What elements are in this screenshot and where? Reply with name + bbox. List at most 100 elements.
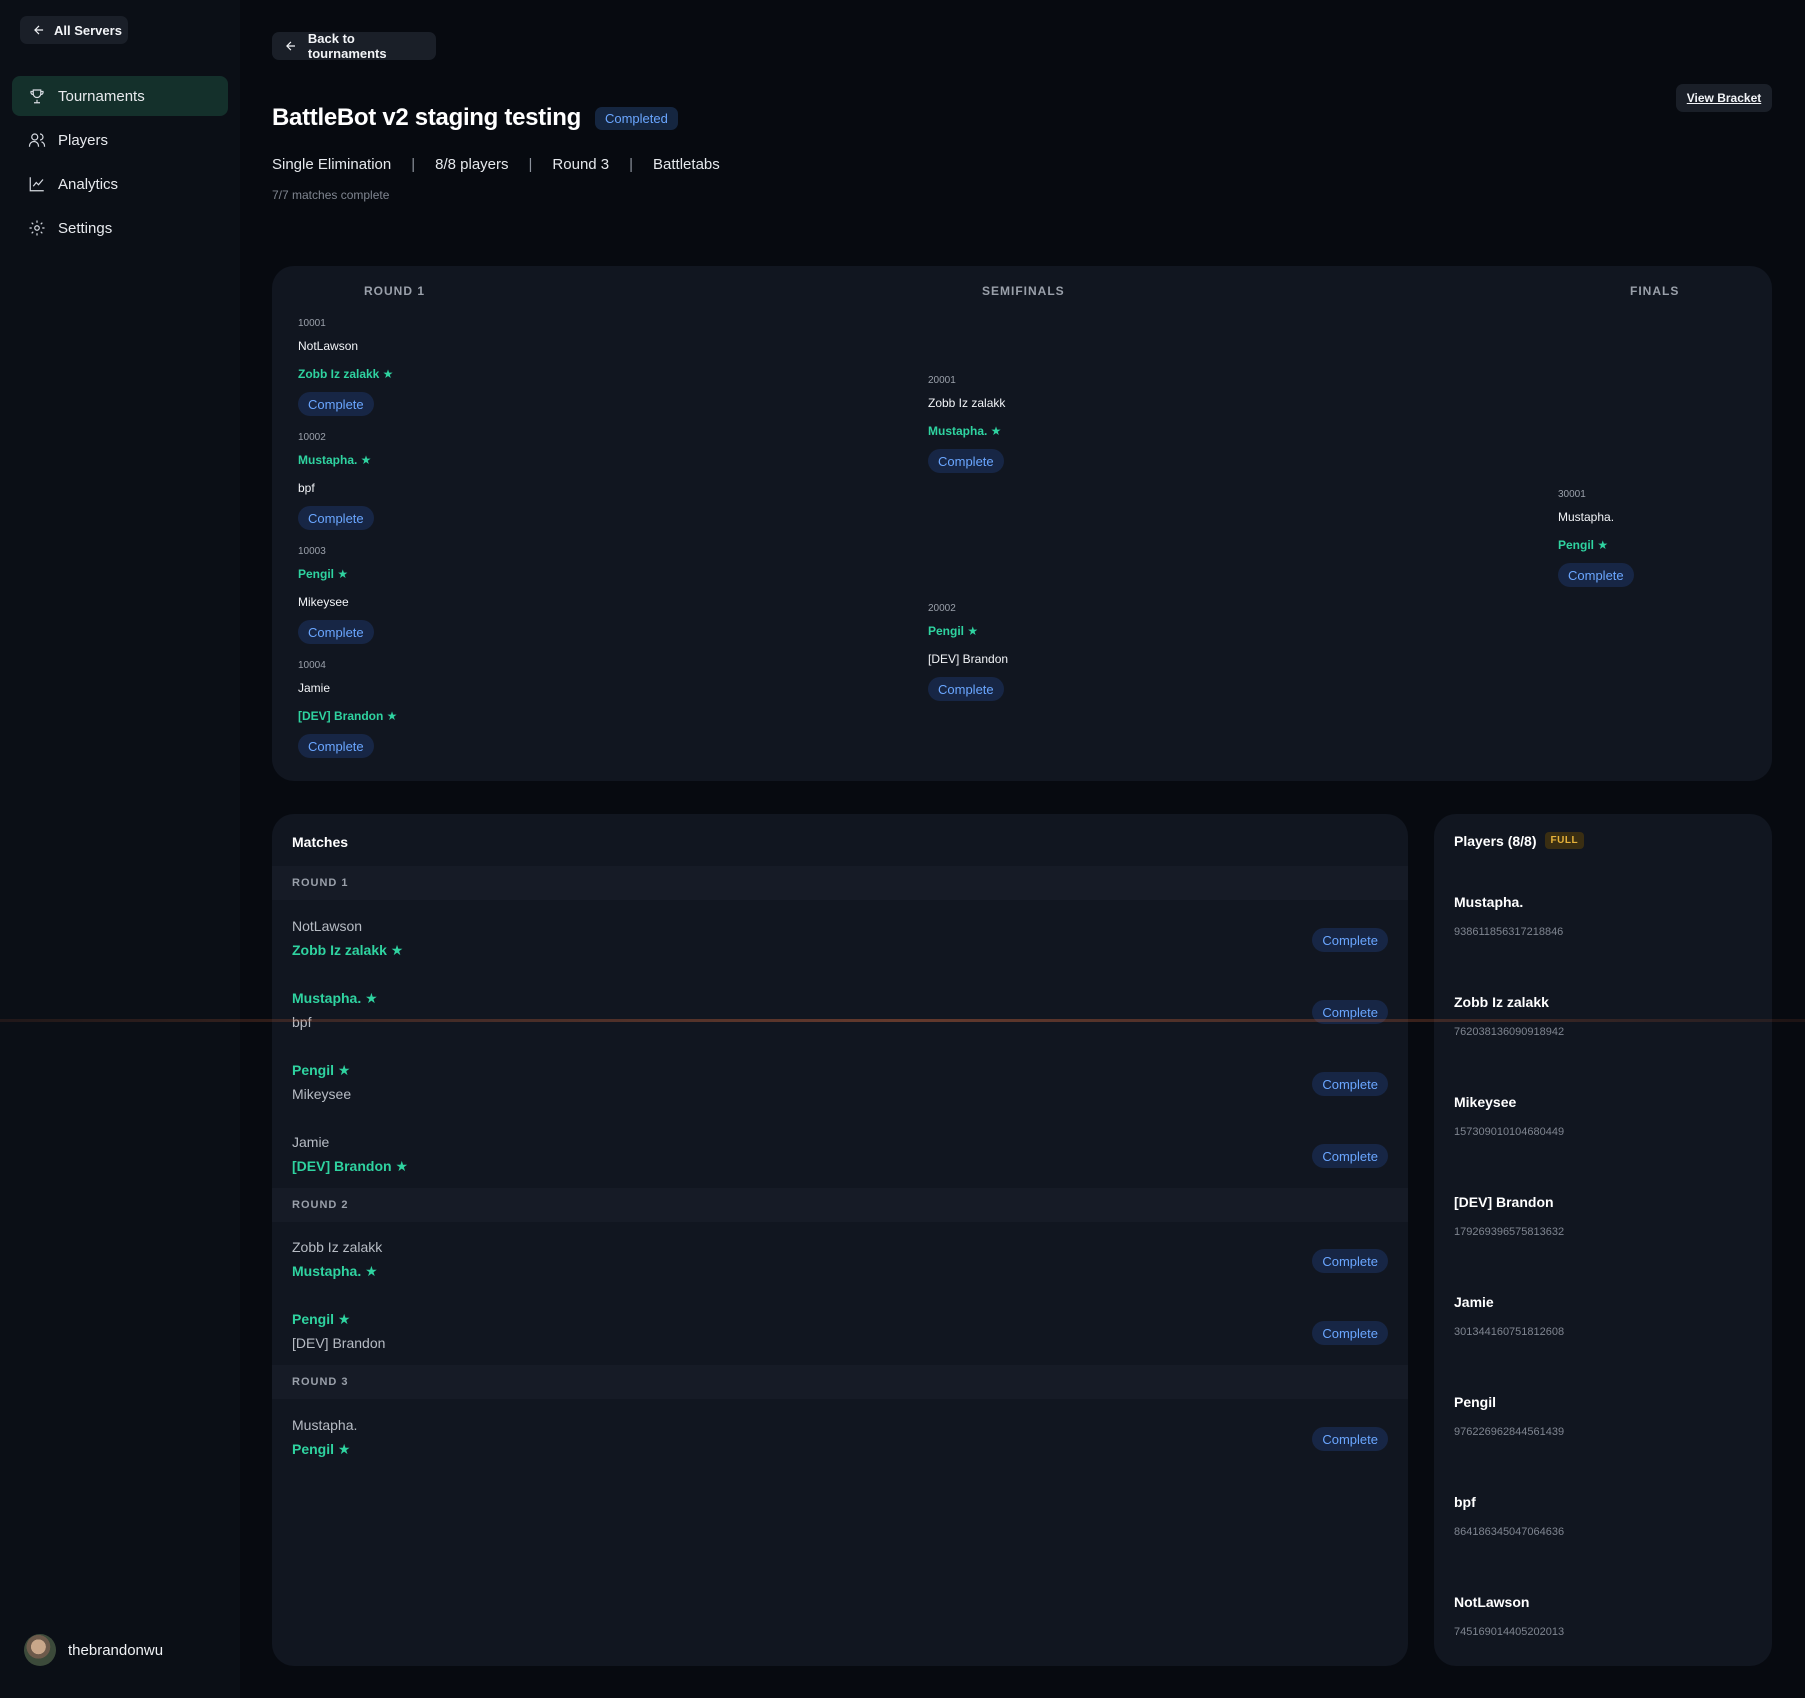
match-id: 20002 [928,603,956,614]
gear-icon [29,220,45,236]
match-id: 10003 [298,546,326,557]
format-text: Single Elimination [272,156,392,173]
all-servers-button[interactable]: All Servers [20,16,128,44]
sidebar-item-analytics[interactable]: Analytics [12,164,228,204]
bracket-panel: ROUND 1 SEMIFINALS FINALS 10001 NotLawso… [272,266,1772,781]
player-name: Mikeysee [298,595,349,609]
player-item[interactable]: Jamie 301344160751812608 [1454,1294,1564,1338]
match-id: 30001 [1558,489,1586,500]
round-header: ROUND 2 [272,1188,1408,1222]
player-name: NotLawson [298,339,359,353]
match-row[interactable]: Mustapha. ★ bpf Complete [292,986,1388,1038]
game-text: Battletabs [653,156,720,173]
winner-name: Mustapha. ★ [928,424,1002,438]
winner-name: Mustapha. ★ [292,1263,378,1279]
player-name: Zobb Iz zalakk [292,1239,383,1255]
match-status-pill[interactable]: Complete [298,392,374,416]
match-status-pill[interactable]: Complete [1312,1000,1388,1024]
match-status-pill[interactable]: Complete [928,677,1004,701]
player-item[interactable]: Pengil 976226962844561439 [1454,1394,1564,1438]
match-status-pill[interactable]: Complete [1558,563,1634,587]
all-servers-label: All Servers [54,22,122,38]
arrow-left-icon [34,25,44,35]
match-status-pill[interactable]: Complete [298,620,374,644]
player-id: 864186345047064636 [1454,1526,1565,1538]
player-name: bpf [292,1014,312,1030]
bracket-match[interactable]: 20001 Zobb Iz zalakk Mustapha. ★ Complet… [928,375,1118,485]
match-status-pill[interactable]: Complete [1312,1144,1388,1168]
bracket-match[interactable]: 10003 Pengil ★ Mikeysee Complete [298,546,488,656]
match-row[interactable]: Zobb Iz zalakk Mustapha. ★ Complete [292,1235,1388,1287]
match-status-pill[interactable]: Complete [1312,928,1388,952]
match-id: 10002 [298,432,326,443]
player-item[interactable]: NotLawson 745169014405202013 [1454,1594,1564,1638]
player-name: Pengil [1454,1394,1497,1410]
players-panel: Players (8/8) FULL Mustapha. 93861185631… [1434,814,1772,1666]
match-status-pill[interactable]: Complete [1312,1321,1388,1345]
separator: | [411,156,416,173]
winner-name: Mustapha. ★ [292,990,378,1006]
sidebar: All Servers Tournaments Players Analytic… [0,0,240,1698]
player-name: Mikeysee [1454,1094,1517,1110]
sidebar-item-settings[interactable]: Settings [12,208,228,248]
round-heading-finals: FINALS [1630,284,1680,298]
sidebar-item-players[interactable]: Players [12,120,228,160]
match-row[interactable]: Jamie [DEV] Brandon ★ Complete [292,1130,1388,1182]
bracket-match[interactable]: 20002 Pengil ★ [DEV] Brandon Complete [928,603,1118,713]
bracket-match[interactable]: 10002 Mustapha. ★ bpf Complete [298,432,488,542]
player-item[interactable]: Mustapha. 938611856317218846 [1454,894,1563,938]
match-status-pill[interactable]: Complete [1312,1427,1388,1451]
player-name: bpf [1454,1494,1476,1510]
player-name: Zobb Iz zalakk [1454,994,1549,1010]
winner-name: Pengil ★ [928,624,979,638]
player-item[interactable]: Mikeysee 157309010104680449 [1454,1094,1564,1138]
bracket-match[interactable]: 30001 Mustapha. Pengil ★ Complete [1558,489,1748,599]
matches-panel: Matches ROUND 1 NotLawson Zobb Iz zalakk… [272,814,1408,1666]
match-row[interactable]: Pengil ★ [DEV] Brandon Complete [292,1307,1388,1359]
matches-progress-text: 7/7 matches complete [272,188,390,202]
sidebar-item-tournaments[interactable]: Tournaments [12,76,228,116]
tournament-meta: Single Elimination | 8/8 players | Round… [272,156,720,173]
winner-name: Pengil ★ [292,1062,351,1078]
winner-name: Zobb Iz zalakk ★ [292,942,404,958]
trophy-icon [30,89,44,104]
winner-name: Pengil ★ [1558,538,1609,552]
player-id: 301344160751812608 [1454,1326,1565,1338]
sidebar-item-label: Tournaments [58,87,145,105]
sidebar-item-label: Settings [58,219,113,237]
match-status-pill[interactable]: Complete [298,734,374,758]
round-header: ROUND 1 [272,866,1408,900]
winner-name: Pengil ★ [292,1441,351,1457]
match-status-pill[interactable]: Complete [298,506,374,530]
match-status-pill[interactable]: Complete [1312,1249,1388,1273]
match-row[interactable]: Pengil ★ Mikeysee Complete [292,1058,1388,1110]
bracket-match[interactable]: 10001 NotLawson Zobb Iz zalakk ★ Complet… [298,318,488,428]
status-badge: Completed [594,106,678,130]
match-row[interactable]: NotLawson Zobb Iz zalakk ★ Complete [292,914,1388,966]
back-to-tournaments-button[interactable]: Back to tournaments [272,31,436,61]
player-name: [DEV] Brandon [292,1335,386,1351]
player-item[interactable]: Zobb Iz zalakk 762038136090918942 [1454,994,1564,1038]
matches-title: Matches [292,834,349,850]
view-bracket-button[interactable]: View Bracket [1676,84,1772,112]
player-name: bpf [298,481,315,495]
player-item[interactable]: [DEV] Brandon 179269396575813632 [1454,1194,1564,1238]
match-status-pill[interactable]: Complete [1312,1072,1388,1096]
match-id: 10004 [298,660,326,671]
match-row[interactable]: Mustapha. Pengil ★ Complete [292,1413,1388,1465]
user-profile[interactable]: thebrandonwu [24,1634,163,1666]
player-name: [DEV] Brandon [1454,1194,1554,1210]
player-item[interactable]: bpf 864186345047064636 [1454,1494,1564,1538]
match-status-pill[interactable]: Complete [928,449,1004,473]
winner-name: [DEV] Brandon ★ [292,1158,408,1174]
player-name: Mustapha. [292,1417,358,1433]
chart-icon [29,177,44,192]
full-badge: FULL [1544,832,1585,849]
bracket-match[interactable]: 10004 Jamie [DEV] Brandon ★ Complete [298,660,488,770]
player-name: NotLawson [292,918,363,934]
separator: | [629,156,634,173]
player-name: Mustapha. [1558,510,1615,524]
separator: | [528,156,533,173]
winner-name: Pengil ★ [298,567,349,581]
winner-name: Zobb Iz zalakk ★ [298,367,394,381]
